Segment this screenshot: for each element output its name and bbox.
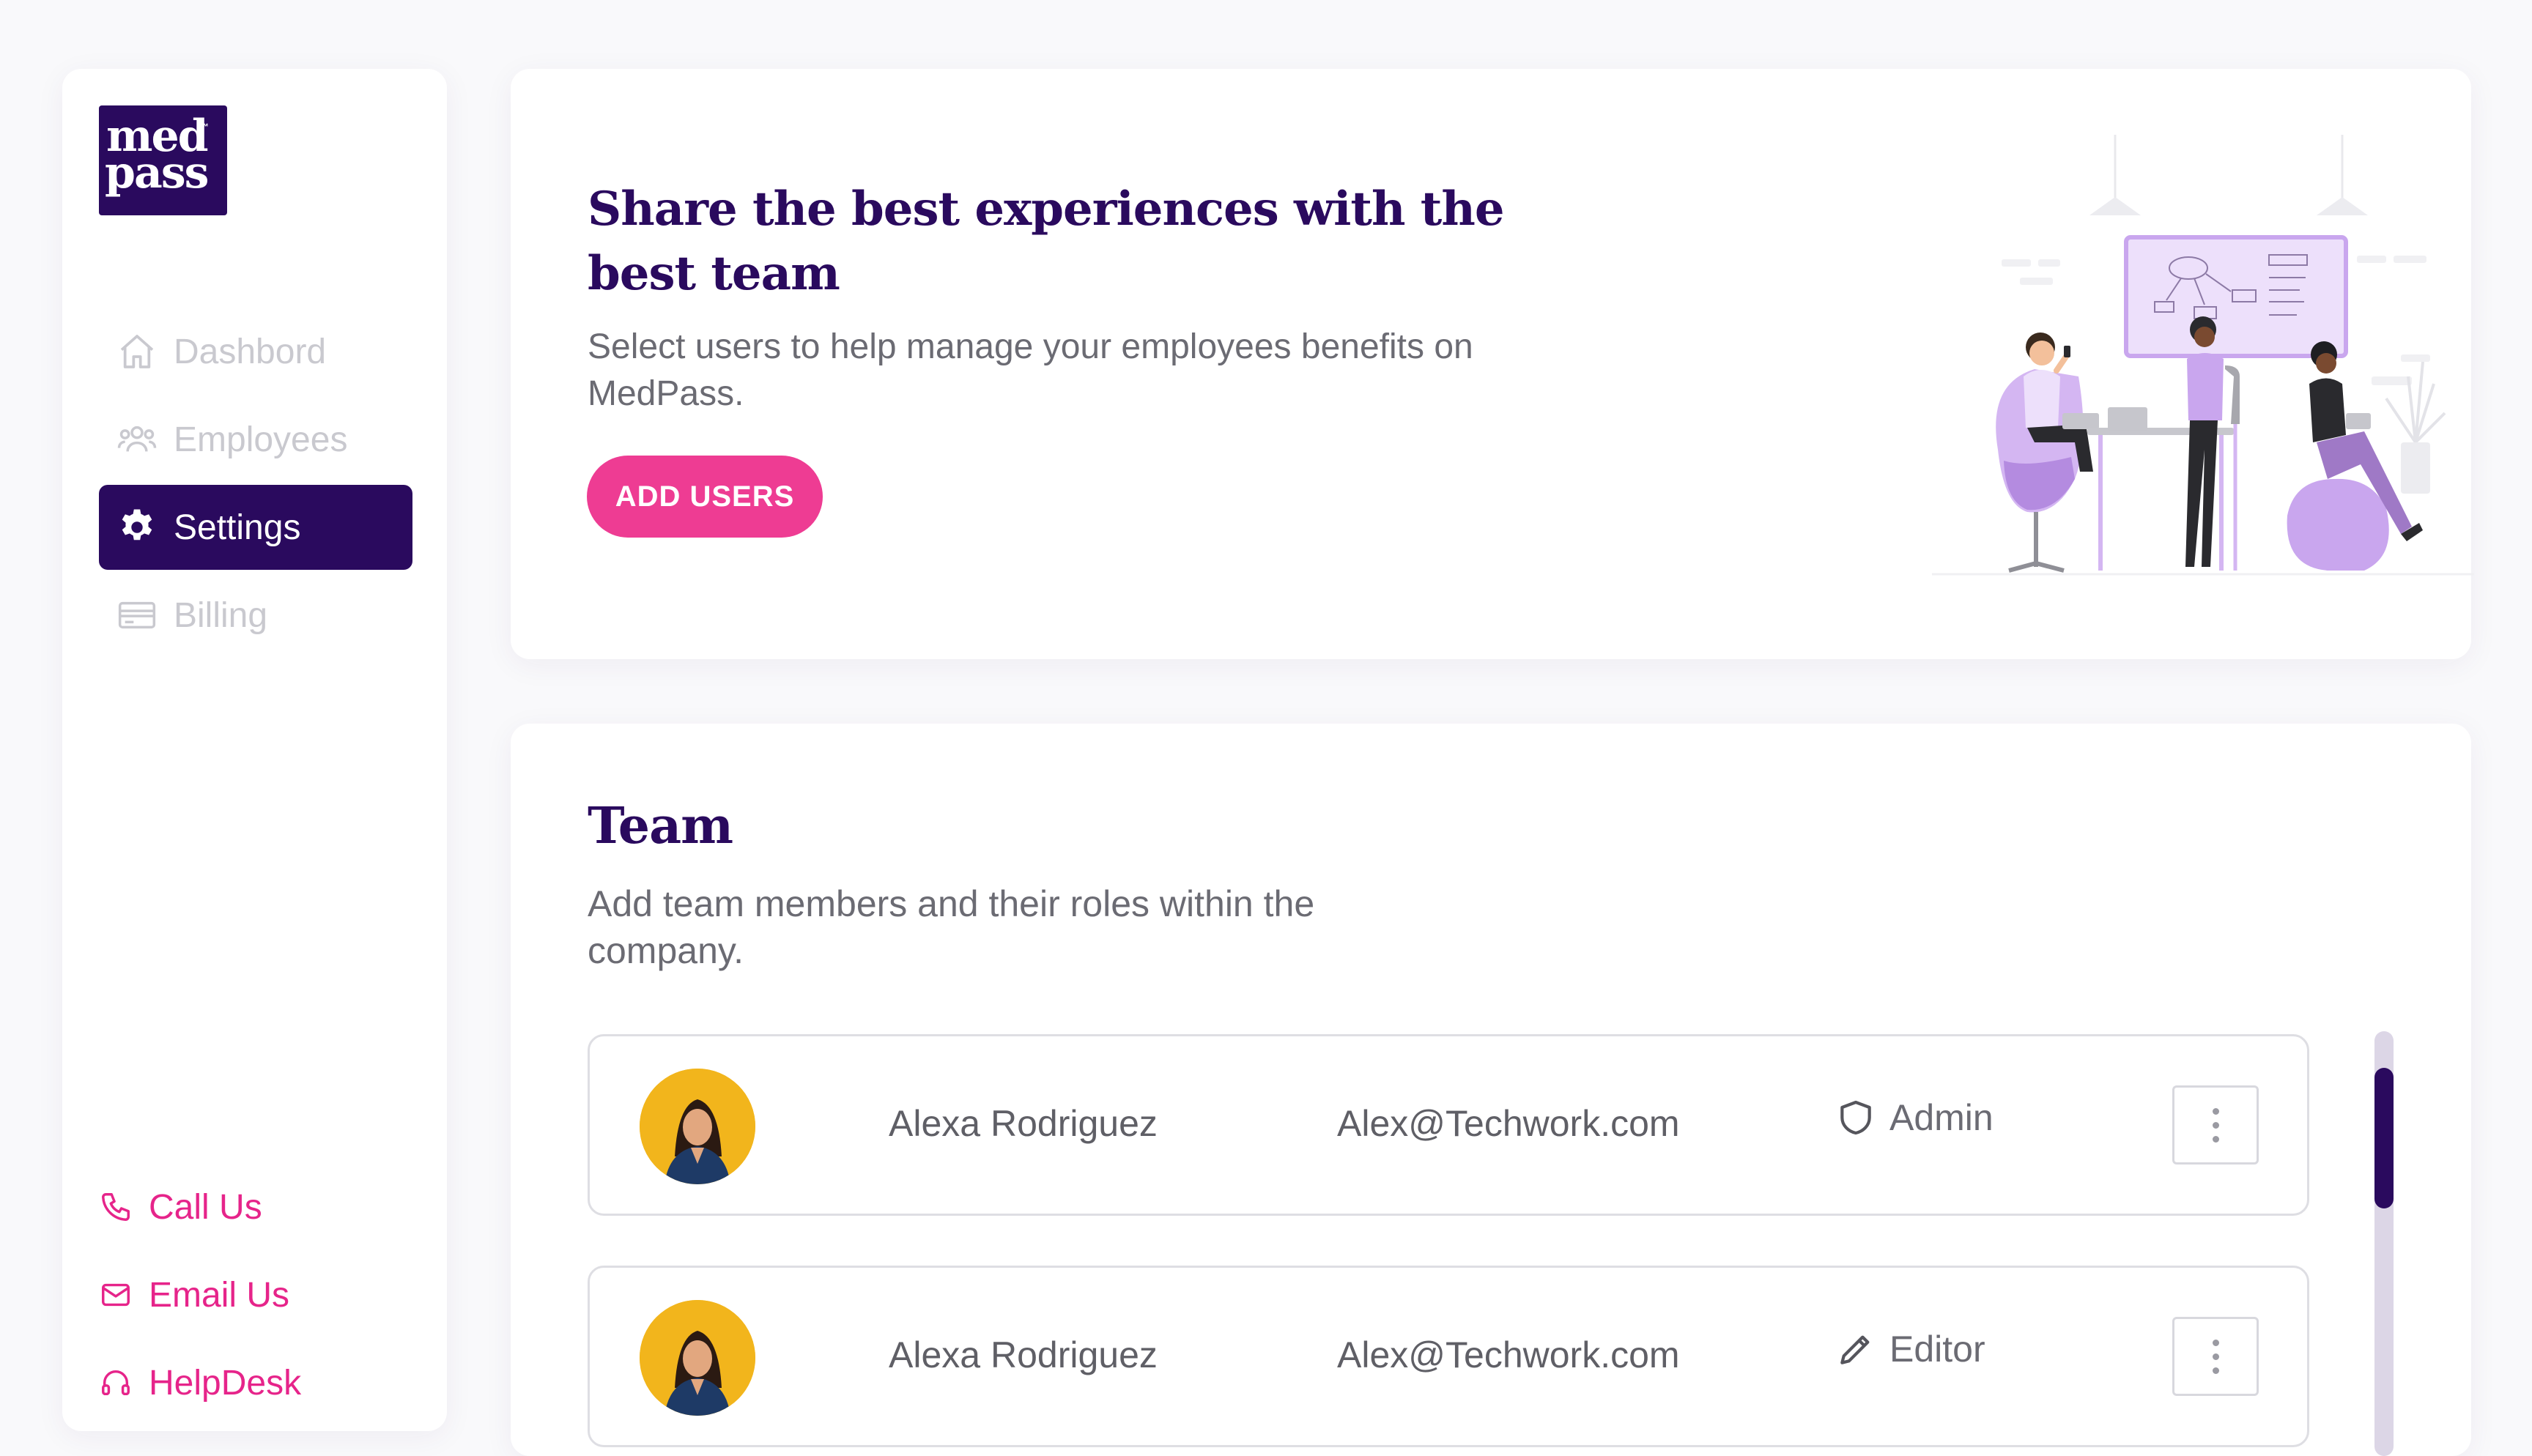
sidebar-item-billing[interactable]: Billing: [99, 573, 412, 658]
email-us-label: Email Us: [149, 1275, 290, 1315]
team-member-row[interactable]: Alexa Rodriguez Alex@Techwork.com Admin: [588, 1034, 2309, 1216]
sidebar-item-employees[interactable]: Employees: [99, 397, 412, 482]
member-more-button[interactable]: [2172, 1085, 2259, 1165]
sidebar-item-settings[interactable]: Settings: [99, 485, 412, 570]
avatar-portrait: [640, 1300, 755, 1416]
sidebar-item-dashboard[interactable]: Dashbord: [99, 309, 412, 394]
member-role: Admin: [1835, 1096, 1994, 1139]
logo-line-2: pass: [105, 147, 209, 198]
avatar-portrait: [640, 1069, 755, 1184]
helpdesk-label: HelpDesk: [149, 1363, 302, 1403]
gear-icon: [122, 509, 152, 541]
home-icon: [120, 335, 154, 368]
avatar: [640, 1300, 755, 1416]
call-us-link[interactable]: Call Us: [99, 1178, 262, 1236]
sidebar-item-label: Settings: [174, 508, 301, 547]
add-users-button[interactable]: ADD USERS: [587, 456, 823, 538]
users-icon: [117, 426, 157, 452]
team-member-row[interactable]: Alexa Rodriguez Alex@Techwork.com Editor: [588, 1266, 2309, 1447]
sidebar-item-label: Employees: [174, 420, 348, 459]
team-list-scrollbar[interactable]: [2374, 1031, 2394, 1456]
helpdesk-link[interactable]: HelpDesk: [99, 1353, 301, 1412]
hero-subtitle: Select users to help manage your employe…: [588, 327, 1473, 413]
member-name: Alexa Rodriguez: [889, 1103, 1158, 1144]
hero-title: Share the best experiences with the best…: [588, 182, 1505, 301]
team-title: Team: [588, 797, 733, 855]
scrollbar-thumb[interactable]: [2374, 1068, 2394, 1208]
phone-icon: [102, 1193, 130, 1221]
member-name: Alexa Rodriguez: [889, 1334, 1158, 1375]
mail-icon: [102, 1283, 130, 1307]
sidebar: med ™ pass Dashbord Employees Settings B…: [62, 69, 447, 1431]
logo-trademark: ™: [200, 122, 209, 132]
member-role-label: Admin: [1889, 1097, 1994, 1138]
member-role-label: Editor: [1889, 1329, 1985, 1370]
sidebar-item-label: Billing: [174, 595, 268, 635]
team-subtitle: Add team members and their roles within …: [588, 883, 1315, 971]
avatar: [640, 1069, 755, 1184]
team-card: Team Add team members and their roles wi…: [511, 724, 2471, 1456]
hero-card: Share the best experiences with the best…: [511, 69, 2474, 659]
email-us-link[interactable]: Email Us: [99, 1266, 289, 1324]
member-email: Alex@Techwork.com: [1337, 1103, 1680, 1144]
member-email: Alex@Techwork.com: [1337, 1334, 1680, 1375]
call-us-label: Call Us: [149, 1187, 262, 1227]
member-role: Editor: [1835, 1328, 1985, 1370]
shield-icon: [1840, 1100, 1871, 1135]
more-vertical-icon: [2212, 1107, 2219, 1115]
more-vertical-icon: [2212, 1339, 2219, 1346]
pencil-icon: [1840, 1335, 1870, 1364]
credit-card-icon: [118, 601, 156, 629]
medpass-logo[interactable]: med ™ pass: [99, 105, 227, 215]
team-meeting-illustration: [1932, 135, 2474, 576]
sidebar-item-label: Dashbord: [174, 332, 327, 371]
headset-icon: [102, 1370, 130, 1396]
member-more-button[interactable]: [2172, 1317, 2259, 1396]
